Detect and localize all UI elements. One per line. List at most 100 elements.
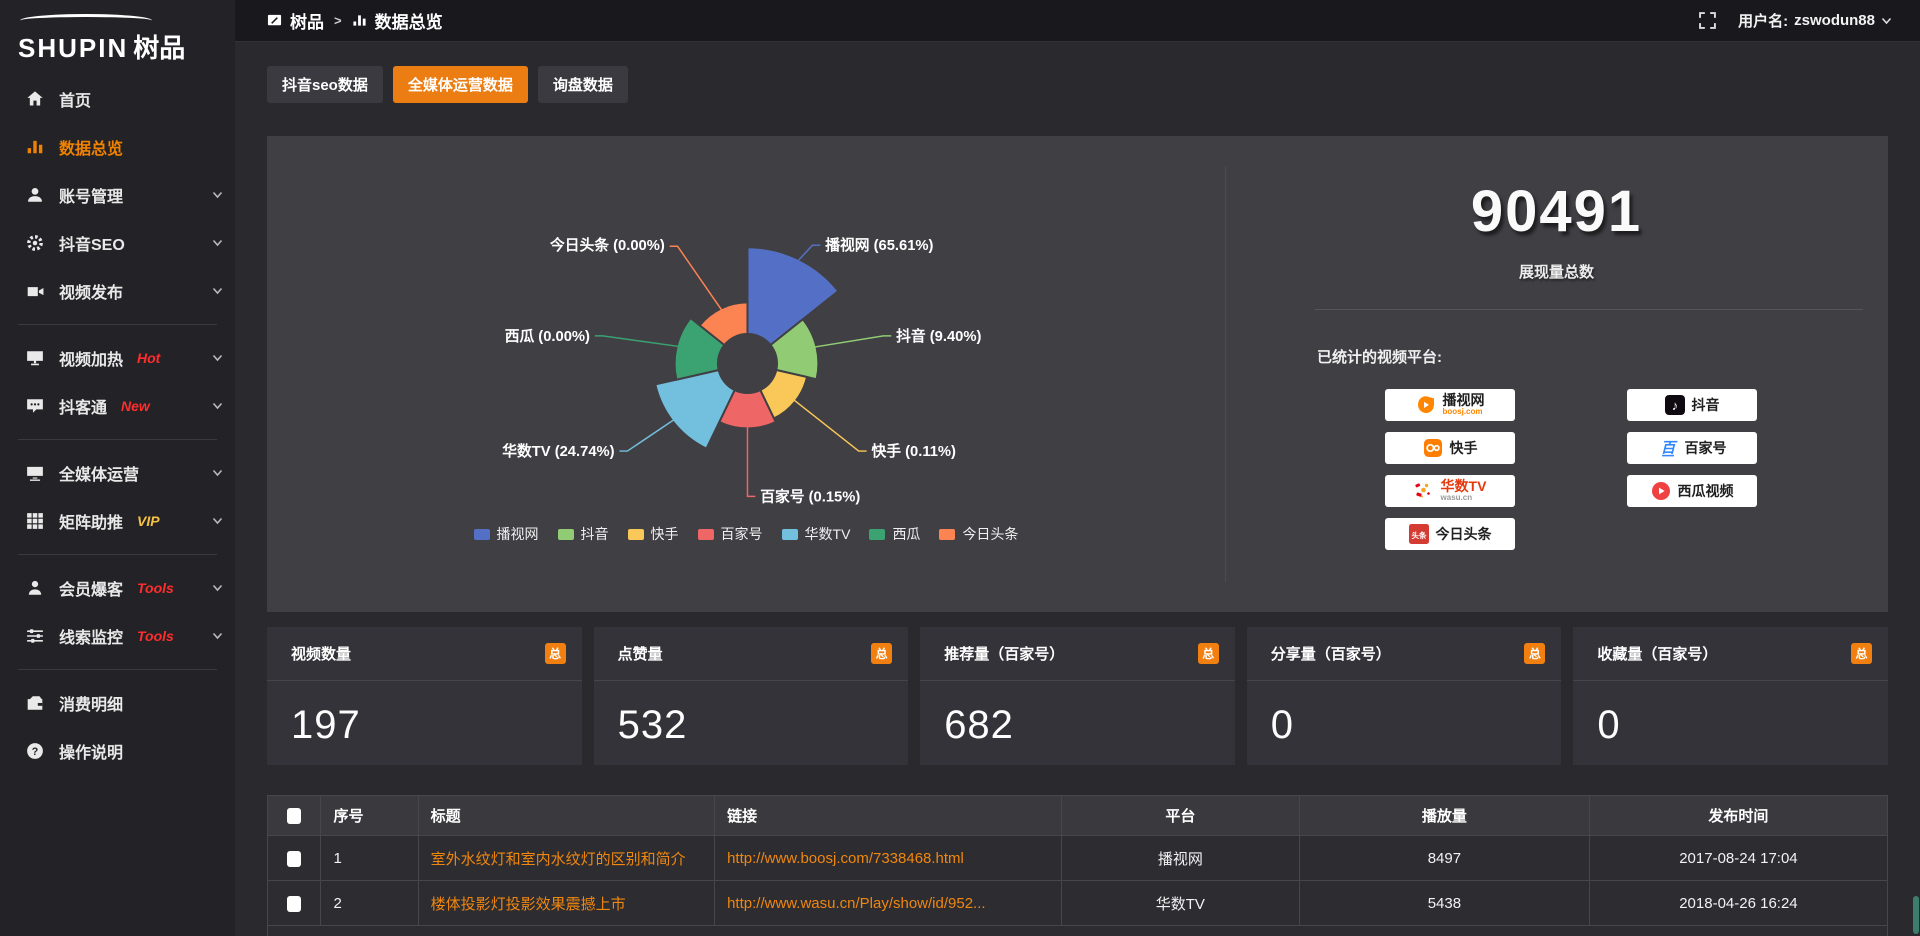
sidebar-item-label: 数据总览: [59, 135, 123, 159]
pie-label-leader: [595, 336, 681, 347]
tab-omnimedia-data[interactable]: 全媒体运营数据: [393, 66, 528, 103]
chat-bubble-icon: [26, 397, 44, 415]
platform-badge-douyin: ♪ 抖音: [1627, 389, 1757, 421]
sidebar-item-account-management[interactable]: 账号管理: [0, 171, 235, 219]
chart-legend: 播视网 抖音 快手 百家号 华数TV 西瓜 今日头条: [267, 524, 1225, 544]
legend-item[interactable]: 抖音: [558, 524, 609, 544]
platform-badge-baijiahao: 百 百家号: [1627, 432, 1757, 464]
sidebar-item-label: 操作说明: [59, 739, 123, 763]
platform-name: 快手: [1450, 441, 1478, 456]
platform-badge-toutiao: 头条 今日头条: [1385, 518, 1515, 550]
topbar-right: 用户名: zswodun88: [1699, 10, 1892, 31]
legend-marker: [628, 529, 644, 540]
douyin-logo-icon: ♪: [1665, 395, 1685, 415]
sidebar-item-doketong[interactable]: 抖客通 New: [0, 382, 235, 430]
stat-card-title: 点赞量: [618, 643, 663, 664]
platform-name: 百家号: [1685, 441, 1727, 456]
stat-card-value: 0: [1573, 681, 1888, 748]
breadcrumb-root[interactable]: 树品: [290, 8, 324, 33]
cell-platform: 播视网: [1061, 836, 1299, 881]
table-row[interactable]: 1 室外水纹灯和室内水纹灯的区别和简介 http://www.boosj.com…: [268, 836, 1888, 881]
pie-slice-label: 西瓜 (0.00%): [505, 328, 590, 345]
sidebar-item-omnimedia-operation[interactable]: 全媒体运营: [0, 449, 235, 497]
legend-item[interactable]: 今日头条: [939, 524, 1018, 544]
scrollbar-thumb[interactable]: [1913, 896, 1919, 934]
videos-table: 序号 标题 链接 平台 播放量 发布时间 1 室外水纹灯和室内水纹灯的区别和简: [267, 795, 1888, 926]
legend-item[interactable]: 华数TV: [782, 524, 851, 544]
summary-panel: 90491 展现量总数 已统计的视频平台: 播视网boosj.com: [1225, 136, 1888, 612]
legend-item[interactable]: 西瓜: [869, 524, 920, 544]
table-row[interactable]: 2 楼体投影灯投影效果震撼上市 http://www.wasu.cn/Play/…: [268, 881, 1888, 926]
partial-next-row: [267, 926, 1888, 936]
platform-name: 今日头条: [1436, 527, 1492, 542]
sidebar-item-label: 会员爆客: [59, 576, 123, 600]
platform-name: 抖音: [1692, 398, 1720, 413]
column-header-link: 链接: [715, 796, 1062, 836]
tools-badge: Tools: [137, 628, 174, 644]
tab-douyin-seo-data[interactable]: 抖音seo数据: [267, 66, 383, 103]
stat-card-video-count: 视频数量总 197: [267, 627, 582, 765]
row-checkbox[interactable]: [287, 896, 301, 912]
legend-marker: [869, 529, 885, 540]
rose-pie-chart[interactable]: 播视网 (65.61%)抖音 (9.40%)快手 (0.11%)百家号 (0.1…: [267, 136, 1225, 576]
sidebar-item-data-overview[interactable]: 数据总览: [0, 123, 235, 171]
summary-divider-line: [1315, 309, 1863, 310]
pie-slice-label: 今日头条 (0.00%): [550, 236, 665, 254]
legend-item[interactable]: 快手: [628, 524, 679, 544]
sidebar-item-home[interactable]: 首页: [0, 75, 235, 123]
legend-marker: [698, 529, 714, 540]
select-all-checkbox[interactable]: [287, 808, 301, 824]
videos-table-section: 序号 标题 链接 平台 播放量 发布时间 1 室外水纹灯和室内水纹灯的区别和简: [267, 795, 1888, 936]
sidebar-item-video-heat[interactable]: 视频加热 Hot: [0, 334, 235, 382]
total-impressions-label: 展现量总数: [1225, 261, 1888, 282]
sidebar-item-video-publish[interactable]: 视频发布: [0, 267, 235, 315]
stat-card-title: 分享量（百家号）: [1271, 643, 1391, 664]
sidebar-item-label: 矩阵助推: [59, 509, 123, 533]
chevron-down-icon: [212, 402, 223, 410]
cell-time: 2017-08-24 17:04: [1589, 836, 1887, 881]
sidebar-item-label: 消费明细: [59, 691, 123, 715]
breadcrumb-separator: >: [334, 13, 342, 28]
breadcrumb: 树品 > 数据总览: [267, 8, 443, 33]
user-dropdown[interactable]: 用户名: zswodun88: [1738, 10, 1892, 31]
logo: SHUPIN树品: [0, 8, 235, 75]
stat-card-title: 推荐量（百家号）: [944, 643, 1064, 664]
total-badge: 总: [1198, 643, 1219, 664]
new-badge: New: [121, 398, 150, 414]
wasu-logo-icon: [1414, 481, 1434, 501]
fullscreen-icon[interactable]: [1699, 12, 1716, 29]
pie-label-leader: [799, 245, 821, 260]
bar-chart-icon: [26, 138, 44, 156]
pie-slice-华数TV[interactable]: [655, 370, 734, 449]
vertical-divider: [1225, 166, 1226, 582]
column-header-platform: 平台: [1061, 796, 1299, 836]
pie-slice-label: 百家号 (0.15%): [760, 487, 860, 505]
cell-title-link[interactable]: 室外水纹灯和室内水纹灯的区别和简介: [418, 836, 714, 881]
sidebar-item-member-baoke[interactable]: 会员爆客 Tools: [0, 564, 235, 612]
cell-url-link[interactable]: http://www.boosj.com/7338468.html: [715, 836, 1062, 881]
tab-inquiry-data[interactable]: 询盘数据: [538, 66, 628, 103]
sidebar-divider: [18, 439, 217, 440]
stat-card-title: 收藏量（百家号）: [1597, 643, 1717, 664]
sidebar-item-spending-details[interactable]: 消费明细: [0, 679, 235, 727]
data-tabs: 抖音seo数据 全媒体运营数据 询盘数据: [267, 66, 1888, 103]
cell-title-link[interactable]: 楼体投影灯投影效果震撼上市: [418, 881, 714, 926]
sidebar-item-instructions[interactable]: ? 操作说明: [0, 727, 235, 775]
legend-marker: [558, 529, 574, 540]
sidebar-item-label: 全媒体运营: [59, 461, 139, 485]
legend-item[interactable]: 播视网: [474, 524, 539, 544]
legend-label: 快手: [651, 524, 679, 544]
legend-marker: [939, 529, 955, 540]
sidebar-item-douyin-seo[interactable]: 抖音SEO: [0, 219, 235, 267]
sidebar-item-label: 首页: [59, 87, 91, 111]
platform-badges: 播视网boosj.com 快手 华数TVwasu.cn: [1385, 389, 1888, 550]
legend-label: 今日头条: [962, 524, 1018, 544]
sidebar-item-matrix-boost[interactable]: 矩阵助推 VIP: [0, 497, 235, 545]
legend-item[interactable]: 百家号: [698, 524, 763, 544]
home-icon: [26, 90, 44, 108]
cell-plays: 5438: [1299, 881, 1589, 926]
sidebar-item-lead-monitor[interactable]: 线索监控 Tools: [0, 612, 235, 660]
row-checkbox[interactable]: [287, 851, 301, 867]
cell-url-link[interactable]: http://www.wasu.cn/Play/show/id/952...: [715, 881, 1062, 926]
app-icon: [267, 13, 282, 28]
